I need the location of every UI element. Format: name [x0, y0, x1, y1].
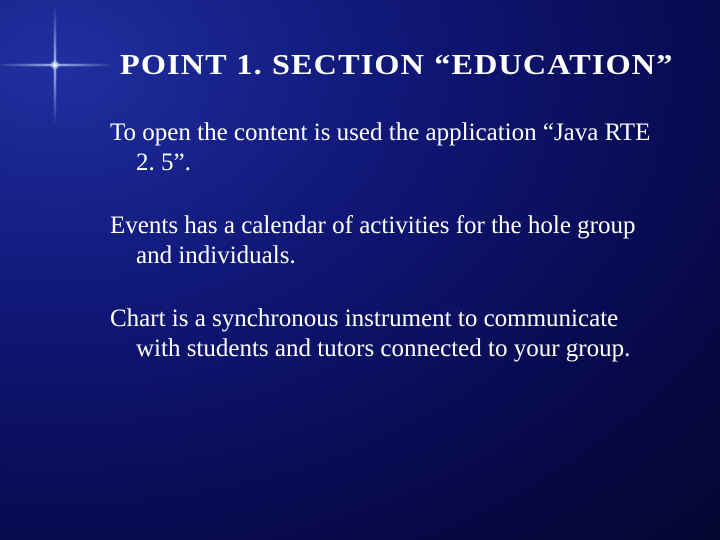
paragraph: Chart is a synchronous instrument to com… — [110, 304, 660, 363]
paragraph: Events has a calendar of activities for … — [110, 211, 660, 270]
slide-container: Point 1. Section “Education” To open the… — [0, 0, 720, 540]
slide-title: Point 1. Section “Education” — [120, 50, 720, 82]
slide-body: To open the content is used the applicat… — [110, 118, 660, 363]
paragraph: To open the content is used the applicat… — [110, 118, 660, 177]
